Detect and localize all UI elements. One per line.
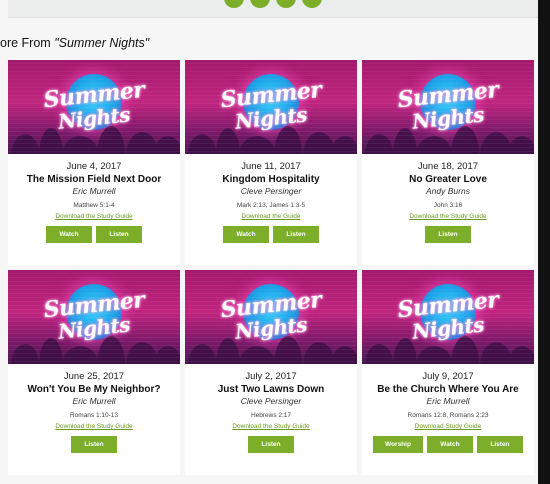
watch-button[interactable]: Watch xyxy=(46,226,92,243)
sermon-card: Summer Nights July 9, 2017 Be the Church… xyxy=(362,270,534,475)
study-guide-link[interactable]: Download the Study Guide xyxy=(232,423,309,430)
worship-button[interactable]: Worship xyxy=(373,436,423,453)
pager-dot[interactable] xyxy=(276,0,296,8)
section-heading: ore From "Summer Nights" xyxy=(0,36,149,50)
sermon-title: Won't You Be My Neighbor? xyxy=(27,384,161,395)
sermon-card: Summer Nights June 11, 2017 Kingdom Hosp… xyxy=(185,60,357,265)
media-buttons: Listen xyxy=(425,226,471,243)
listen-button[interactable]: Listen xyxy=(248,436,294,453)
sermon-scripture: Matthew 5:1-4 xyxy=(73,202,115,209)
listen-button[interactable]: Listen xyxy=(476,436,523,453)
sermon-speaker: Andy Burns xyxy=(426,186,470,196)
series-thumbnail[interactable]: Summer Nights xyxy=(185,60,357,154)
sermon-date: July 2, 2017 xyxy=(245,371,297,382)
sermon-speaker: Cleve Persinger xyxy=(240,396,302,406)
sermon-date: July 9, 2017 xyxy=(422,371,474,382)
media-buttons: Listen xyxy=(248,436,294,453)
watch-button[interactable]: Watch xyxy=(426,436,473,453)
sermon-date: June 4, 2017 xyxy=(66,161,122,172)
sermon-card: Summer Nights June 25, 2017 Won't You Be… xyxy=(8,270,180,475)
series-thumbnail[interactable]: Summer Nights xyxy=(8,60,180,154)
sermon-title: Be the Church Where You Are xyxy=(377,384,519,395)
sermon-date: June 18, 2017 xyxy=(417,161,479,172)
sermon-date: June 25, 2017 xyxy=(63,371,125,382)
media-buttons: Watch Listen xyxy=(46,226,142,243)
watch-button[interactable]: Watch xyxy=(223,226,269,243)
study-guide-link[interactable]: Download the Guide xyxy=(242,213,301,220)
sermon-title: Just Two Lawns Down xyxy=(217,384,325,395)
listen-button[interactable]: Listen xyxy=(273,226,319,243)
series-name: "Summer Nights" xyxy=(54,36,150,50)
study-guide-link[interactable]: Download Study Guide xyxy=(415,423,482,430)
sermon-card: Summer Nights June 4, 2017 The Mission F… xyxy=(8,60,180,265)
sermon-grid: Summer Nights June 4, 2017 The Mission F… xyxy=(8,60,534,475)
sermon-title: Kingdom Hospitality xyxy=(222,174,320,185)
sermon-scripture: Mark 2:13, James 1:3-5 xyxy=(236,202,306,209)
listen-button[interactable]: Listen xyxy=(96,226,142,243)
study-guide-link[interactable]: Download the Study Guide xyxy=(55,213,132,220)
listen-button[interactable]: Listen xyxy=(425,226,471,243)
series-thumbnail[interactable]: Summer Nights xyxy=(362,270,534,364)
sermon-scripture: Romans 1:10-13 xyxy=(69,412,119,419)
sermon-speaker: Eric Murrell xyxy=(72,186,116,196)
media-buttons: Listen xyxy=(71,436,117,453)
sermon-scripture: Romans 12:8, Romans 2:23 xyxy=(407,412,489,419)
series-thumbnail[interactable]: Summer Nights xyxy=(8,270,180,364)
series-thumbnail[interactable]: Summer Nights xyxy=(185,270,357,364)
pager-dots xyxy=(224,0,322,8)
sermon-title: The Mission Field Next Door xyxy=(26,174,162,185)
study-guide-link[interactable]: Download the Study Guide xyxy=(55,423,132,430)
sermon-title: No Greater Love xyxy=(409,174,487,185)
sermon-card: Summer Nights July 2, 2017 Just Two Lawn… xyxy=(185,270,357,475)
sermon-date: June 11, 2017 xyxy=(241,161,301,172)
study-guide-link[interactable]: Download the Study Guide xyxy=(409,213,486,220)
page: ore From "Summer Nights" Summer Nights J… xyxy=(0,0,538,484)
sermon-scripture: Hebrews 2:17 xyxy=(250,412,292,419)
series-thumbnail[interactable]: Summer Nights xyxy=(362,60,534,154)
scrollbar-track[interactable] xyxy=(538,0,550,484)
sermon-speaker: Eric Murrell xyxy=(72,396,116,406)
pager-dot[interactable] xyxy=(302,0,322,8)
pager-dot[interactable] xyxy=(250,0,270,8)
sermon-speaker: Eric Murrell xyxy=(426,396,470,406)
section-heading-prefix: ore From xyxy=(0,36,55,50)
pager-dot[interactable] xyxy=(224,0,244,8)
sermon-speaker: Cleve Persinger xyxy=(240,186,302,196)
listen-button[interactable]: Listen xyxy=(71,436,117,453)
media-buttons: Worship Watch Listen xyxy=(373,436,523,453)
top-strip xyxy=(8,0,538,18)
media-buttons: Watch Listen xyxy=(223,226,319,243)
sermon-scripture: John 3:16 xyxy=(433,202,463,209)
sermon-card: Summer Nights June 18, 2017 No Greater L… xyxy=(362,60,534,265)
